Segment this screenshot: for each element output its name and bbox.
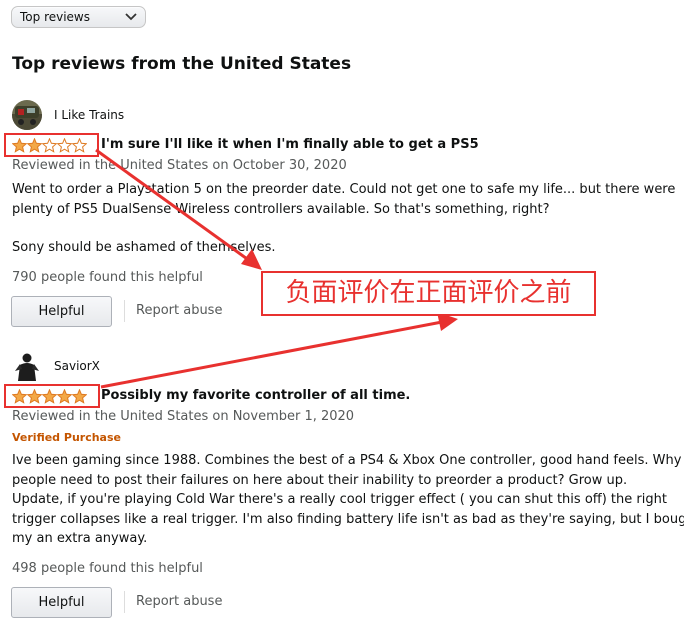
helpful-button[interactable]: Helpful: [11, 587, 112, 618]
star-rating[interactable]: [10, 387, 87, 405]
star-empty-icon: [57, 137, 72, 153]
report-abuse-link[interactable]: Report abuse: [136, 302, 222, 320]
author-name[interactable]: I Like Trains: [54, 107, 124, 123]
review-text-line: my an extra anyway.: [12, 531, 148, 546]
section-title: Top reviews from the United States: [12, 54, 352, 74]
author-name[interactable]: SaviorX: [54, 358, 100, 374]
review-title[interactable]: I'm sure I'll like it when I'm finally a…: [101, 136, 479, 154]
review-date: Reviewed in the United States on October…: [12, 158, 347, 173]
review-text-line: Went to order a Playstation 5 on the pre…: [12, 182, 676, 197]
helpful-button[interactable]: Helpful: [11, 296, 112, 327]
avatar[interactable]: [12, 100, 42, 130]
review-text-line: trigger collapses like a real trigger. I…: [12, 511, 684, 527]
star-filled-icon: [57, 388, 72, 404]
review-body: Ive been gaming since 1988. Combines the…: [12, 451, 684, 549]
star-filled-icon: [27, 137, 42, 153]
review-text-line: Ive been gaming since 1988. Combines the…: [12, 453, 684, 468]
chevron-down-icon: [125, 13, 137, 21]
sort-select[interactable]: Top reviews: [11, 6, 146, 28]
star-filled-icon: [12, 137, 27, 153]
review-text-line: plenty of PS5 DualSense Wireless control…: [12, 201, 550, 217]
review-text-line: Update, if you're playing Cold War there…: [12, 492, 667, 507]
avatar[interactable]: [12, 351, 42, 381]
star-filled-icon: [42, 388, 57, 404]
divider: [124, 591, 125, 613]
review-text-line: Sony should be ashamed of themselves.: [12, 240, 276, 255]
star-filled-icon: [72, 388, 87, 404]
report-abuse-link[interactable]: Report abuse: [136, 593, 222, 611]
review-body: Went to order a Playstation 5 on the pre…: [12, 180, 684, 258]
annotation-label: 负面评价在正面评价之前: [261, 271, 596, 316]
star-rating[interactable]: [10, 136, 87, 154]
helpful-count: 790 people found this helpful: [12, 270, 203, 285]
review-text-line: people need to post their failures on he…: [12, 472, 628, 488]
star-empty-icon: [72, 137, 87, 153]
star-filled-icon: [27, 388, 42, 404]
helpful-count: 498 people found this helpful: [12, 561, 203, 576]
review-title[interactable]: Possibly my favorite controller of all t…: [101, 387, 410, 405]
star-empty-icon: [42, 137, 57, 153]
divider: [124, 300, 125, 322]
sort-select-value: Top reviews: [20, 10, 91, 24]
review-date: Reviewed in the United States on Novembe…: [12, 409, 355, 424]
verified-purchase-badge[interactable]: Verified Purchase: [12, 431, 121, 445]
star-filled-icon: [12, 388, 27, 404]
